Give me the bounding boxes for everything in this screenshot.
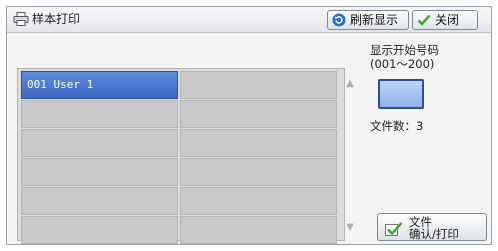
page-title: 样本打印	[32, 12, 81, 26]
start-number-label: 显示开始号码	[370, 43, 439, 57]
title-bar: 样本打印 刷新显示 关闭	[7, 7, 491, 33]
start-number-range: (001～200)	[370, 57, 435, 71]
scroll-down-arrow-icon[interactable]: ▼	[342, 221, 358, 235]
list-item[interactable]	[180, 216, 337, 244]
refresh-button[interactable]: 刷新显示	[327, 10, 409, 30]
check-icon	[417, 14, 431, 26]
close-button[interactable]: 关闭	[412, 10, 478, 30]
close-label: 关闭	[435, 13, 460, 27]
list-item[interactable]	[21, 129, 178, 157]
confirm-print-button[interactable]: 文件 确认/打印	[377, 213, 487, 241]
job-list: 001 User 1 ▲ ▼	[17, 68, 354, 244]
job-grid: 001 User 1	[18, 69, 340, 244]
list-item[interactable]	[21, 158, 178, 186]
refresh-icon	[332, 13, 346, 27]
list-item[interactable]	[180, 187, 337, 215]
list-item[interactable]	[21, 187, 178, 215]
list-item[interactable]	[180, 100, 337, 128]
list-item[interactable]	[180, 129, 337, 157]
check-icon	[385, 222, 403, 236]
confirm-label-line2: 确认/打印	[409, 227, 459, 241]
start-number-input[interactable]	[378, 79, 424, 109]
refresh-label: 刷新显示	[350, 13, 399, 27]
list-item[interactable]: 001 User 1	[21, 71, 178, 99]
printer-icon	[13, 12, 29, 26]
list-item[interactable]	[21, 216, 178, 244]
scroll-up-arrow-icon[interactable]: ▲	[342, 77, 358, 91]
list-item[interactable]	[21, 100, 178, 128]
list-item[interactable]	[180, 158, 337, 186]
list-item[interactable]	[180, 71, 337, 99]
file-count: 文件数：3	[370, 119, 424, 133]
scrollbar-track	[341, 69, 344, 240]
sample-print-window: 样本打印 刷新显示 关闭 001 User 1 ▲ ▼ 显示开始号码 (001～…	[6, 6, 492, 245]
